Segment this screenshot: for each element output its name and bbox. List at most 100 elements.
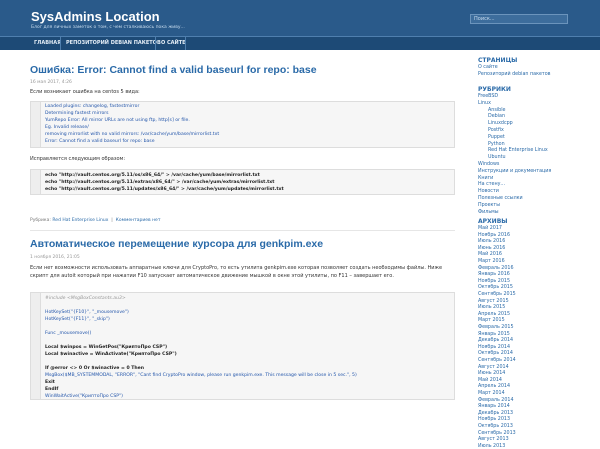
sidebar-link[interactable]: Полезные ссылки bbox=[478, 196, 523, 201]
sidebar-link[interactable]: Март 2014 bbox=[478, 391, 505, 396]
post-paragraph: Если возникает ошибка на centos 5 вида: bbox=[30, 89, 140, 95]
sidebar-link[interactable]: Фильмы bbox=[478, 210, 499, 215]
sidebar-link[interactable]: Проекты bbox=[478, 203, 500, 208]
nav-debian-repo[interactable]: РЕПОЗИТОРИЙ DEBIAN ПАКЕТОВ bbox=[66, 40, 161, 46]
sidebar-link[interactable]: Ноябрь 2015 bbox=[478, 279, 510, 284]
sidebar-link[interactable]: Июль 2015 bbox=[478, 305, 505, 310]
sidebar-link[interactable]: Ноябрь 2016 bbox=[478, 233, 510, 238]
sidebar-link[interactable]: Новости bbox=[478, 189, 499, 194]
sidebar-link[interactable]: Август 2013 bbox=[478, 437, 509, 442]
sidebar-link[interactable]: Февраль 2014 bbox=[478, 398, 514, 403]
code-line: echo "http://vault.centos.org/5.11/updat… bbox=[45, 187, 284, 192]
code-line: HotKeySet("{F11}", "_skip") bbox=[45, 317, 110, 322]
sidebar-link[interactable]: Ноябрь 2013 bbox=[478, 417, 510, 422]
sidebar-link[interactable]: Октябрь 2014 bbox=[478, 351, 513, 356]
sidebar-link[interactable]: Март 2015 bbox=[478, 318, 505, 323]
code-line: Loaded plugins: changelog, fastestmirror bbox=[45, 104, 140, 109]
code-line: YumRepo Error: All mirror URLs are not u… bbox=[45, 118, 190, 123]
sidebar-link[interactable]: Книги bbox=[478, 176, 493, 181]
sidebar-archive-heading: АРХИВЫ bbox=[478, 218, 508, 225]
sidebar-link[interactable]: Май 2014 bbox=[478, 378, 502, 383]
sidebar-link[interactable]: Февраль 2015 bbox=[478, 325, 514, 330]
sidebar-link[interactable]: Июнь 2016 bbox=[478, 246, 505, 251]
sidebar-link[interactable]: Декабрь 2014 bbox=[478, 338, 513, 343]
post-title[interactable]: Автоматическое перемещение курсора для g… bbox=[30, 238, 323, 250]
sidebar-link[interactable]: Linuxdcpp bbox=[488, 121, 513, 126]
code-gutter bbox=[31, 102, 41, 147]
code-line: echo "http://vault.centos.org/5.11/extra… bbox=[45, 180, 275, 185]
sidebar-link[interactable]: Май 2016 bbox=[478, 252, 502, 257]
code-gutter bbox=[31, 170, 41, 194]
site-header: SysAdmins Location Блог для личных замет… bbox=[0, 0, 600, 36]
divider bbox=[30, 230, 455, 231]
sidebar-link[interactable]: На стену... bbox=[478, 182, 505, 187]
code-line: HotKeySet("{F10}", "_mousemove") bbox=[45, 310, 129, 315]
sidebar-link[interactable]: Август 2014 bbox=[478, 365, 509, 370]
sidebar-link[interactable]: Ansible bbox=[488, 108, 505, 113]
sidebar-link[interactable]: Июнь 2014 bbox=[478, 371, 505, 376]
sidebar-link[interactable]: Инструкции и документация bbox=[478, 169, 551, 174]
sidebar-link[interactable]: Январь 2016 bbox=[478, 272, 510, 277]
code-line: #include <MsgBoxConstants.au3> bbox=[45, 296, 126, 301]
sidebar-link[interactable]: Январь 2014 bbox=[478, 404, 510, 409]
sidebar-link[interactable]: Декабрь 2013 bbox=[478, 411, 513, 416]
code-line: Local $winpos = WinGetPos("КриптоПро CSP… bbox=[45, 345, 168, 350]
sidebar-link[interactable]: Сентябрь 2015 bbox=[478, 292, 516, 297]
sidebar-link[interactable]: FreeBSD bbox=[478, 94, 498, 99]
sidebar-link[interactable]: Debian bbox=[488, 114, 505, 119]
sidebar-link[interactable]: Апрель 2014 bbox=[478, 384, 510, 389]
code-block: echo "http://vault.centos.org/5.11/os/x8… bbox=[30, 169, 455, 195]
site-description: Блог для личных заметок о том, с чем ста… bbox=[31, 25, 185, 30]
sidebar-link[interactable]: Postfix bbox=[488, 128, 504, 133]
code-line: Eg. Invalid release/ bbox=[45, 125, 89, 130]
sidebar-link[interactable]: Ubuntu bbox=[488, 155, 506, 160]
code-line: Local $winactive = WinActivate("КриптоПр… bbox=[45, 352, 177, 357]
code-gutter bbox=[31, 293, 41, 399]
code-line: echo "http://vault.centos.org/5.11/os/x8… bbox=[45, 173, 260, 178]
sidebar-link[interactable]: Python bbox=[488, 142, 505, 147]
sidebar-link[interactable]: Май 2017 bbox=[478, 226, 502, 231]
sidebar-link[interactable]: Linux bbox=[478, 101, 491, 106]
code-line: Func _mousemove() bbox=[45, 331, 92, 336]
sidebar-link[interactable]: Апрель 2015 bbox=[478, 312, 510, 317]
sidebar-link[interactable]: Puppet bbox=[488, 135, 505, 140]
sidebar-link[interactable]: Сентябрь 2013 bbox=[478, 431, 516, 436]
sidebar-link[interactable]: Репозиторий debian пакетов bbox=[478, 72, 550, 77]
post-footer: Рубрика: Red Hat Enterprise Linux | Комм… bbox=[30, 218, 161, 223]
sidebar-link[interactable]: Октябрь 2013 bbox=[478, 424, 513, 429]
code-line: removing mirrorlist with no valid mirror… bbox=[45, 132, 220, 137]
post-title[interactable]: Ошибка: Error: Cannot find a valid baseu… bbox=[30, 64, 317, 76]
nav-about[interactable]: О САЙТЕ bbox=[161, 40, 186, 46]
nav-divider bbox=[185, 37, 186, 50]
code-line: If @error <> 0 Or $winactive = 0 Then bbox=[45, 366, 145, 371]
code-block: Loaded plugins: changelog, fastestmirror… bbox=[30, 101, 455, 148]
sidebar-link[interactable]: Октябрь 2015 bbox=[478, 285, 513, 290]
code-line: MsgBox($MB_SYSTEMMODAL, "ERROR", "Cant f… bbox=[45, 373, 357, 378]
site-title[interactable]: SysAdmins Location bbox=[31, 9, 160, 24]
sidebar-link[interactable]: Август 2015 bbox=[478, 299, 509, 304]
comments-link[interactable]: Комментариев нет bbox=[116, 218, 161, 223]
sidebar-rubrics-heading: РУБРИКИ bbox=[478, 86, 511, 93]
sidebar-link[interactable]: Июль 2016 bbox=[478, 239, 505, 244]
code-line: WinWaitActive("КриптоПро CSP") bbox=[45, 394, 123, 399]
nav-home[interactable]: ГЛАВНАЯ bbox=[34, 40, 61, 46]
search-input[interactable]: Поиск... bbox=[470, 14, 568, 24]
sidebar-link[interactable]: Март 2016 bbox=[478, 259, 505, 264]
sidebar-link[interactable]: Windows bbox=[478, 162, 499, 167]
sidebar-link[interactable]: Сентябрь 2014 bbox=[478, 358, 516, 363]
code-line: Exit bbox=[45, 380, 55, 385]
sidebar-link[interactable]: Январь 2015 bbox=[478, 332, 510, 337]
sidebar-link[interactable]: Red Hat Enterprise Linux bbox=[488, 148, 548, 153]
sidebar-link[interactable]: Ноябрь 2014 bbox=[478, 345, 510, 350]
sidebar-link[interactable]: Февраль 2016 bbox=[478, 266, 514, 271]
post-paragraph: Если нет возможности использовать аппара… bbox=[30, 265, 443, 279]
code-line: Determining fastest mirrors bbox=[45, 111, 109, 116]
category-link[interactable]: Red Hat Enterprise Linux bbox=[52, 218, 108, 223]
sidebar-link[interactable]: Июль 2013 bbox=[478, 444, 505, 449]
code-line: EndIf bbox=[45, 387, 59, 392]
category-label: Рубрика: bbox=[30, 218, 51, 223]
post-date: 16 мая 2017, 4:26 bbox=[30, 80, 72, 85]
sidebar-link[interactable]: О сайте bbox=[478, 65, 498, 70]
code-line: Error: Cannot find a valid baseurl for r… bbox=[45, 139, 155, 144]
main-nav: ГЛАВНАЯ РЕПОЗИТОРИЙ DEBIAN ПАКЕТОВ О САЙ… bbox=[0, 36, 600, 50]
